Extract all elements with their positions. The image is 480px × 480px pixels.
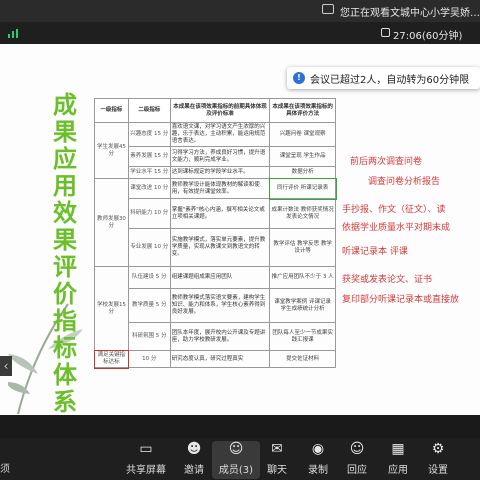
cell-l2: 科研能力 10 分 xyxy=(127,198,171,229)
table-row: 学生发展45分 兴趣态度 15 分 喜欢语文课，对学习语文产生浓厚的兴趣，乐于表… xyxy=(94,122,336,179)
cell-l2: 兴趣态度 15 分 xyxy=(127,122,171,147)
note-line: 依据学业质量水平对期末成 xyxy=(342,223,451,233)
cell-desc: 习得学习方法，养成良好习惯，提升语文能力，顺利完成学业。 xyxy=(169,146,271,167)
cell-l1: 学校发展15分 xyxy=(94,266,129,351)
table-row: 专业发展 10 分 实施教学模式，落实单元要素，提升教学质量，实现从教课文到教语… xyxy=(95,228,336,267)
note-line: 调查问卷分析报告 xyxy=(368,177,441,187)
members-icon: ☺ xyxy=(228,441,244,457)
partial-label: 须 xyxy=(0,464,10,475)
note-line: 前后两次调查问卷 xyxy=(350,157,423,167)
table-row: 学校发展15分 队伍建设 5 分 组建课题组成果应用团队 推广应用团队不少于 3… xyxy=(94,266,336,351)
collapse-arrow-icon[interactable]: ‹ xyxy=(0,356,12,376)
table-row: 满足关键指标达标 10 分 研究态度认真，研究过程真实 提交佐证材料 xyxy=(93,349,336,369)
share-screen-button[interactable]: ▭ 共享屏幕 xyxy=(122,441,170,479)
cell-desc: 实施教学模式，落实单元要素，提升教学质量，实现从教课文到教语文的转变。 xyxy=(169,228,271,267)
cell-eval: 同行评价 听课记录表 xyxy=(268,177,337,200)
cell-eval: 数据分析 xyxy=(269,166,336,179)
cell-eval: 兴趣问卷 课堂观察 xyxy=(269,122,336,147)
cell-l1: 教师发展30分 xyxy=(94,178,129,267)
cell-desc: 教师教学设计能体现教材的解读和使用，有效提升课堂效率。 xyxy=(169,178,271,199)
table-row: 学业水平 15 分 达到课标规定的学段学业水平。 数据分析 xyxy=(95,166,336,179)
table-row: 科研能力 10 分 掌握"素养"核心内涵，撰写相关论文或立项相关课题。 成果计数… xyxy=(95,198,336,229)
sharing-title: 您正在观看文城中心小学吴娇…的屏 xyxy=(340,8,480,19)
table-row: 素养发展 15 分 习得学习方法，养成良好习惯，提升语文能力，顺利完成学业。 课… xyxy=(95,146,336,167)
cell-desc: 研究态度认真，研究过程真实 xyxy=(169,350,271,368)
col-header-desc: 本成果在该项效果指标的前期具体体现及评价标准 xyxy=(169,98,271,123)
status-bar: 您正在观看文城中心小学吴娇…的屏 xyxy=(0,0,480,22)
share-screen-icon: ▭ xyxy=(139,441,153,457)
cell-desc: 教师教学模式落实语文要素，建构学生知识、能力和体系，学生核心素养得到良好发展。 xyxy=(169,288,271,323)
note-line: 复印部分听课记录本或直接放 xyxy=(342,295,460,305)
note-line: 听课记录本 评课 xyxy=(342,247,408,257)
chat-icon: ✉ xyxy=(271,441,283,457)
reaction-icon: ☺ xyxy=(349,441,365,457)
record-icon: ◉ xyxy=(311,441,325,457)
info-icon: ! xyxy=(293,72,305,84)
cell-eval: 团队每人至少一节成果实践汇报课 xyxy=(269,322,336,351)
cell-l2: 专业发展 10 分 xyxy=(127,228,171,267)
meeting-info-bar: 27:06(60分钟) xyxy=(0,22,480,44)
cell-eval: 提交佐证材料 xyxy=(269,350,336,368)
cell-l2: 学业水平 15 分 xyxy=(127,166,171,179)
cell-l2: 教学质量 5 分 xyxy=(127,288,171,323)
cell-eval: 成果计数法 教师获奖情况发表论文情况 xyxy=(269,198,336,229)
invite-icon: ☻ xyxy=(186,441,202,457)
camera-icon xyxy=(322,4,334,14)
cell-l2: 素养发展 15 分 xyxy=(127,146,171,167)
col-header-l1: 一级指标 xyxy=(94,98,129,123)
meeting-timer: 27:06(60分钟) xyxy=(393,31,463,42)
lock-icon[interactable] xyxy=(381,28,390,37)
cell-desc: 达到课标规定的学段学业水平。 xyxy=(169,166,271,179)
cell-l1: 学生发展45分 xyxy=(94,122,129,179)
apps-icon: ▦ xyxy=(391,441,405,457)
table-row: 教师发展30分 课堂改进 10 分 教师教学设计能体现教材的解读和使用，有效提升… xyxy=(94,177,337,267)
cell-eval: 课堂教学案例 评课记录 学生成绩统计分析 xyxy=(269,288,336,323)
signal-icon[interactable] xyxy=(8,29,20,38)
cell-desc: 喜欢语文课，对学习语文产生浓厚的兴趣，乐于表达，主动积累，能运用规范语言表达。 xyxy=(169,122,271,147)
table-row: 科研氛围 5 分 团队本年度，展开校内公开课及专题讲座，助力学校教研发展。 团队… xyxy=(95,322,336,351)
meeting-toolbar: 须 ▭ 共享屏幕 ☻ 邀请 ☺ 成员(3) ✉ 聊天 ◉ 录制 ☺ 回应 ▦ 应… xyxy=(0,438,480,480)
note-line: 获奖或发表论文、证书 xyxy=(342,275,433,285)
cell-l2: 10 分 xyxy=(127,350,171,368)
note-line: 手抄报、作文（征文）、读 xyxy=(342,205,446,215)
settings-button[interactable]: ⚙ 设置 xyxy=(414,441,462,479)
cell-l2: 课堂改进 10 分 xyxy=(127,178,171,199)
table-row: 教学质量 5 分 教师教学模式落实语文要素，建构学生知识、能力和体系，学生核心素… xyxy=(95,288,336,323)
cell-eval: 课堂呈现 学生作品 xyxy=(269,146,336,167)
notice-text: 会议已超过2人，自动转为60分钟限 xyxy=(310,74,470,86)
gear-icon: ⚙ xyxy=(431,441,445,457)
cell-desc: 组建课题组成果应用团队 xyxy=(169,266,271,289)
cell-eval: 教学评估 教学反思 教学设计等 xyxy=(269,228,336,267)
invite-button[interactable]: ☻ 邀请 xyxy=(170,441,218,479)
cell-desc: 掌握"素养"核心内涵，撰写相关论文或立项相关课题。 xyxy=(169,198,271,229)
meeting-notice-toast[interactable]: ! 会议已超过2人，自动转为60分钟限 xyxy=(287,67,480,89)
cell-desc: 团队本年度，展开校内公开课及专题讲座，助力学校教研发展。 xyxy=(169,322,271,351)
col-header-eval: 本成果在该项效果指标的具体评价方法 xyxy=(269,98,336,123)
cell-l2: 科研氛围 5 分 xyxy=(127,322,171,351)
cell-l1: 满足关键指标达标 xyxy=(93,349,130,369)
col-header-l2: 二级指标 xyxy=(127,98,171,123)
cell-eval: 推广应用团队不少于 3 人 xyxy=(269,266,336,289)
cell-l2: 队伍建设 5 分 xyxy=(127,266,171,289)
slide-vertical-title: 成果应用效果评价指标体系 xyxy=(53,91,77,416)
evaluation-table: 一级指标 二级指标 本成果在该项效果指标的前期具体体现及评价标准 本成果在该项效… xyxy=(93,98,337,369)
shared-slide: 成果应用效果评价指标体系 一级指标 二级指标 本成果在该项效果指标的前期具体体现… xyxy=(0,44,480,416)
